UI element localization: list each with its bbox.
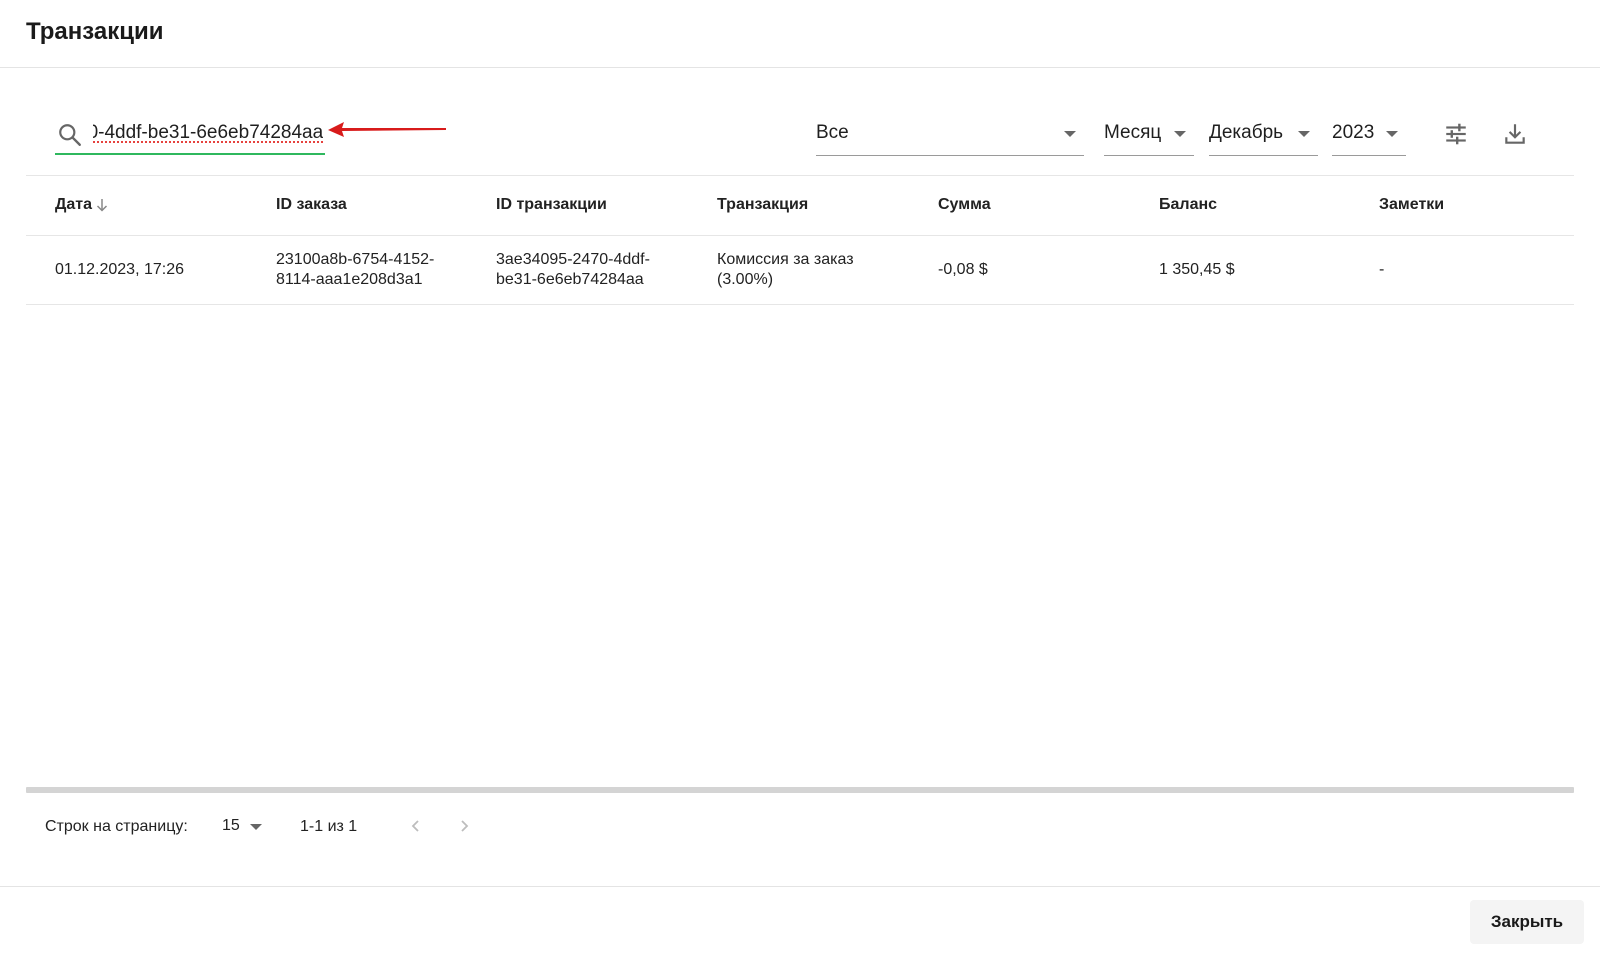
page-title: Транзакции	[26, 18, 164, 45]
arrow-down-icon[interactable]	[94, 197, 110, 213]
dialog-footer: Закрыть	[0, 886, 1600, 955]
column-header-amount: Сумма	[938, 196, 991, 213]
cell-text-line: 23100a8b-6754-4152-	[276, 251, 435, 268]
filter-settings-button[interactable]	[1440, 118, 1472, 150]
chevron-down-icon	[1174, 131, 1186, 137]
table-header: Дата ID заказа ID транзакции Транзакция …	[26, 175, 1574, 236]
cell-text-line: 3ae34095-2470-4ddf-	[496, 251, 650, 268]
cell-date: 01.12.2023, 17:26	[55, 261, 185, 278]
type-select[interactable]: Все	[816, 110, 1084, 156]
next-page-button[interactable]	[452, 814, 476, 838]
sliders-icon	[1446, 123, 1466, 145]
column-header-balance: Баланс	[1159, 196, 1218, 213]
cell-notes: -	[1379, 261, 1385, 278]
download-button[interactable]	[1499, 118, 1531, 150]
year-select[interactable]: 2023	[1332, 110, 1406, 156]
column-header-transaction-id: ID транзакции	[496, 196, 607, 213]
month-select-value: Декабрь	[1209, 122, 1284, 143]
rows-per-page-select[interactable]: 15	[222, 814, 270, 838]
annotation-arrow-icon	[328, 122, 446, 137]
cell-balance: 1 350,45 $	[1159, 261, 1235, 278]
column-header-order-id: ID заказа	[276, 196, 347, 213]
type-select-value: Все	[816, 122, 849, 143]
toolbar: Все Месяц Декабрь 2023	[0, 110, 1600, 160]
cell-order-id: 23100a8b-6754-4152- 8114-aaa1e208d3a1	[276, 250, 466, 290]
column-header-label: Дата	[55, 196, 93, 213]
cell-text-line: 8114-aaa1e208d3a1	[276, 271, 423, 288]
chevron-right-icon	[461, 820, 469, 832]
chevron-down-icon	[1064, 131, 1076, 137]
page-range: 1-1 из 1	[300, 818, 358, 835]
column-header-transaction: Транзакция	[717, 196, 809, 213]
cell-amount: -0,08 $	[938, 261, 988, 278]
rows-per-page-value: 15	[222, 817, 240, 834]
cell-transaction-id: 3ae34095-2470-4ddf- be31-6e6eb74284aa	[496, 250, 686, 290]
period-select[interactable]: Месяц	[1104, 110, 1194, 156]
chevron-down-icon	[1386, 131, 1398, 137]
column-header-notes: Заметки	[1379, 196, 1445, 213]
cell-text-line: (3.00%)	[717, 271, 774, 288]
month-select[interactable]: Декабрь	[1209, 110, 1318, 156]
pagination: Строк на страницу: 15 1-1 из 1	[0, 808, 1600, 844]
cell-transaction: Комиссия за заказ (3.00%)	[717, 250, 907, 290]
download-icon	[1505, 124, 1525, 144]
chevron-down-icon	[250, 824, 262, 830]
rows-per-page-label: Строк на страницу:	[45, 818, 188, 835]
transactions-dialog: Транзакции Все Месяц Декабрь 2023	[0, 0, 1600, 955]
year-select-value: 2023	[1332, 122, 1375, 143]
search-input[interactable]	[93, 116, 323, 150]
cell-text-line: be31-6e6eb74284aa	[496, 271, 644, 288]
search-field[interactable]	[55, 110, 325, 155]
previous-page-button[interactable]	[404, 814, 428, 838]
transactions-table: Дата ID заказа ID транзакции Транзакция …	[26, 175, 1574, 305]
period-select-value: Месяц	[1104, 122, 1162, 143]
cell-text-line: Комиссия за заказ	[717, 251, 854, 268]
dialog-header: Транзакции	[0, 0, 1600, 68]
chevron-left-icon	[411, 820, 419, 832]
column-header-date[interactable]: Дата	[55, 196, 110, 214]
close-button[interactable]: Закрыть	[1470, 900, 1584, 944]
table-row[interactable]: 01.12.2023, 17:26 23100a8b-6754-4152- 81…	[26, 236, 1574, 305]
horizontal-scrollbar[interactable]	[26, 787, 1574, 793]
chevron-down-icon	[1298, 131, 1310, 137]
search-icon	[59, 124, 81, 146]
